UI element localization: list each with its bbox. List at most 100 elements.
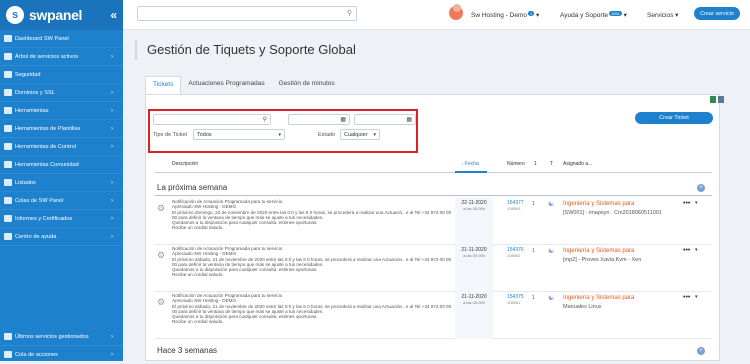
excel-export-icon[interactable] — [710, 96, 716, 103]
expand-group-icon[interactable]: + — [697, 184, 705, 192]
table-row[interactable]: ⚙ Notificación de Actuación Programada pa… — [155, 291, 712, 339]
create-ticket-button[interactable]: Crear Ticket — [635, 112, 713, 124]
table-row[interactable]: ⚙ Notificación de Actuación Programada pa… — [155, 197, 712, 245]
ticket-number[interactable]: 154376 108962 — [507, 247, 524, 258]
ticket-number[interactable]: 154377 108963 — [507, 200, 524, 211]
col-number[interactable]: Número — [507, 161, 525, 167]
gear-icon: ⚙ — [157, 250, 166, 260]
status-label: Estado — [318, 132, 336, 138]
group-title: La próxima semana — [157, 183, 228, 192]
col-1: 1 — [534, 161, 537, 167]
menu-icon — [4, 125, 12, 132]
sidebar-item[interactable]: Centro de ayuda › — [0, 228, 123, 246]
chevron-down-icon: › — [111, 233, 113, 240]
sidebar-item[interactable]: Dominios y SSL › — [0, 84, 123, 102]
technician-icon: ☯ — [548, 248, 555, 255]
chevron-down-icon[interactable]: ▾ — [695, 294, 698, 300]
col-assigned[interactable]: Asignado a... — [563, 161, 592, 167]
gear-icon: ⚙ — [157, 203, 166, 213]
sidebar-item-label: Herramientas Comunidad — [15, 161, 79, 168]
collapse-sidebar-icon[interactable]: « — [110, 8, 117, 22]
sort-indicator — [455, 171, 487, 173]
group-title: Hace 3 semanas — [157, 346, 218, 355]
ticket-number[interactable]: 154375 108961 — [507, 294, 524, 305]
menu-icon — [4, 233, 12, 240]
sidebar-item[interactable]: Herramientas › — [0, 102, 123, 120]
sidebar-item[interactable]: Cola de acciones › — [0, 346, 123, 364]
assigned-team[interactable]: Ingeniería y Sistemas para — [563, 295, 634, 301]
tab-tickets[interactable]: Tickets — [145, 76, 182, 94]
page-title: Gestión de Tiquets y Soporte Global — [147, 42, 356, 57]
pdf-export-icon[interactable] — [718, 96, 724, 103]
create-service-button[interactable]: Crear servicio — [694, 7, 740, 20]
sidebar-item-label: Cola de acciones — [15, 351, 58, 358]
support-badge: 1051 — [608, 11, 622, 16]
chevron-down-icon: › — [111, 125, 113, 132]
sidebar-item-label: Seguridad — [15, 71, 41, 78]
ticket-type-select[interactable]: Todos ▾ — [193, 129, 285, 140]
status-select[interactable]: Cualquier ▾ — [340, 129, 380, 140]
sidebar-item[interactable]: Herramientas Comunidad — [0, 156, 123, 174]
sidebar-item[interactable]: Colas de SW Panel › — [0, 192, 123, 210]
table-header: Descripción ↓ Fecha Número 1 T Asignado … — [155, 155, 712, 173]
technician-icon: ☯ — [548, 295, 555, 302]
chevron-down-icon: › — [111, 89, 113, 96]
chevron-down-icon: › — [111, 197, 113, 204]
time-value: a las 00:00h — [463, 206, 485, 211]
chevron-down-icon: › — [111, 143, 113, 150]
technician-icon: ☯ — [548, 201, 555, 208]
sidebar-item-label: Dashboard SW Panel — [15, 35, 69, 42]
tab-minutos[interactable]: Gestión de minutos — [272, 76, 342, 94]
assigned-team[interactable]: Ingeniería y Sistemas para — [563, 201, 634, 207]
date-from-input[interactable]: ▦ — [288, 114, 350, 125]
sidebar-item-label: Herramientas de Control — [15, 143, 76, 150]
chevron-down-icon: › — [111, 179, 113, 186]
number-sub: 108962 — [507, 253, 521, 258]
date-to-input[interactable]: ▦ — [354, 114, 416, 125]
expand-group-icon[interactable]: + — [697, 347, 705, 355]
account-avatar[interactable] — [449, 4, 463, 20]
support-label: Ayuda y Soporte — [560, 12, 608, 19]
services-menu[interactable]: Servicios ▾ — [647, 11, 678, 19]
sidebar-item[interactable]: Árbol de servicios activos › — [0, 48, 123, 66]
search-input[interactable]: ⚲ — [137, 6, 357, 21]
more-options-icon[interactable]: ••• — [683, 247, 690, 254]
support-menu[interactable]: Ayuda y Soporte 1051 ▾ — [560, 11, 627, 19]
chevron-down-icon: › — [111, 351, 113, 358]
ticket-description[interactable]: Notificación de Actuación Programada par… — [172, 293, 457, 325]
ticket-description[interactable]: Notificación de Actuación Programada par… — [172, 199, 457, 231]
sidebar-item[interactable]: Últimos servicios gestionados › — [0, 328, 123, 346]
ticket-description[interactable]: Notificación de Actuación Programada par… — [172, 246, 457, 278]
ticket-date: 21-11-2020 a las 00:00h — [457, 294, 491, 305]
col-date[interactable]: ↓ Fecha — [461, 161, 479, 167]
services-label: Servicios — [647, 12, 674, 19]
brand-name: swpanel — [29, 7, 83, 23]
assigned-team[interactable]: Ingeniería y Sistemas para — [563, 248, 634, 254]
sidebar-item[interactable]: Listados › — [0, 174, 123, 192]
ticket-search-input[interactable]: ⚲ — [153, 114, 271, 125]
tab-actuaciones[interactable]: Actuaciones Programadas — [181, 76, 271, 94]
table-row[interactable]: ⚙ Notificación de Actuación Programada pa… — [155, 244, 712, 292]
col-description[interactable]: Descripción — [172, 161, 198, 167]
logo-row: s swpanel « — [0, 0, 123, 30]
sidebar-item[interactable]: Informes y Certificados › — [0, 210, 123, 228]
chevron-down-icon[interactable]: ▾ — [695, 200, 698, 206]
sidebar-item[interactable]: Dashboard SW Panel — [0, 30, 123, 48]
title-rule — [135, 40, 137, 60]
sidebar-item[interactable]: Seguridad — [0, 66, 123, 84]
sidebar-item-label: Herramientas — [15, 107, 49, 114]
chevron-down-icon[interactable]: ▾ — [695, 247, 698, 253]
more-options-icon[interactable]: ••• — [683, 294, 690, 301]
chevron-down-icon: › — [111, 107, 113, 114]
assigned-service: [SW001] - imapsyn . Cm2018060511001 — [563, 210, 662, 216]
menu-icon — [4, 215, 12, 222]
sidebar-item[interactable]: Herramientas de Control › — [0, 138, 123, 156]
sidebar-item-label: Últimos servicios gestionados — [15, 333, 89, 340]
sidebar-item-label: Árbol de servicios activos — [15, 53, 79, 60]
chevron-down-icon: ▾ — [373, 132, 376, 138]
account-menu[interactable]: Sw Hosting - Demo 1 ▾ — [471, 11, 539, 19]
more-options-icon[interactable]: ••• — [683, 200, 690, 207]
assigned-service: Manuales Linux — [563, 304, 602, 310]
ticket-type-label: Tipo de Ticket — [153, 132, 188, 138]
sidebar-item[interactable]: Herramientas de Plantillas › — [0, 120, 123, 138]
